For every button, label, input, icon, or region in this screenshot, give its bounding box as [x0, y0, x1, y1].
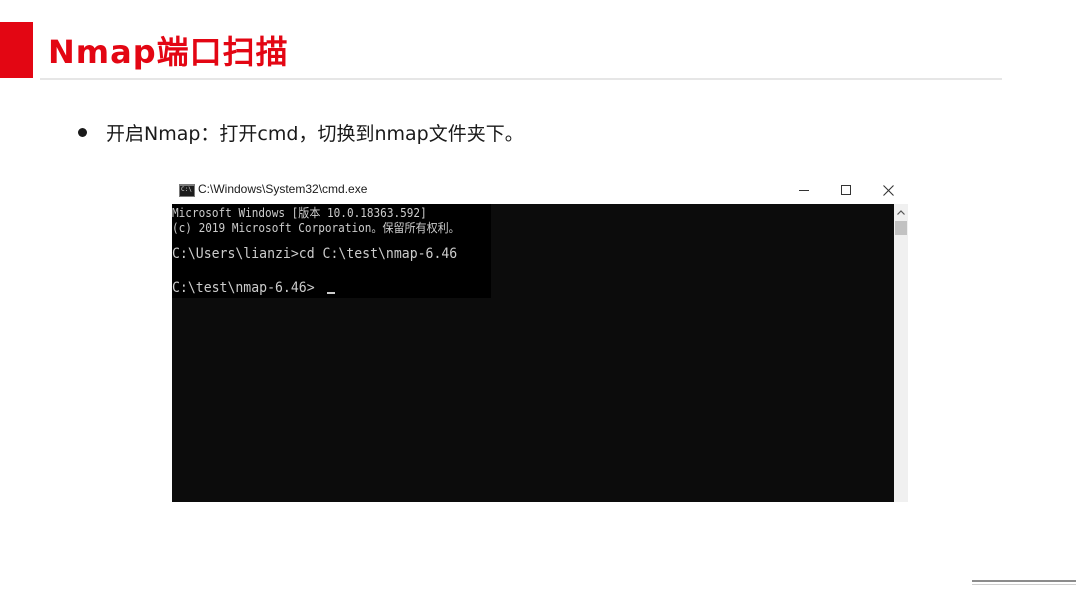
slide-title: Nmap端口扫描 — [48, 33, 289, 71]
text-cursor — [327, 292, 335, 294]
scroll-up-button[interactable] — [894, 204, 908, 220]
title-divider — [40, 78, 1002, 80]
close-button[interactable] — [866, 178, 910, 202]
bullet-text: 开启Nmap：打开cmd，切换到nmap文件夹下。 — [106, 122, 524, 145]
window-titlebar[interactable]: C:\ C:\Windows\System32\cmd.exe — [172, 178, 908, 204]
maximize-button[interactable] — [824, 178, 868, 202]
scrollbar-thumb[interactable] — [895, 221, 907, 235]
footer-rule — [972, 580, 1076, 582]
vertical-scrollbar[interactable] — [894, 204, 908, 502]
console-line: (c) 2019 Microsoft Corporation。保留所有权利。 — [172, 221, 460, 235]
console-line: C:\Users\lianzi>cd C:\test\nmap-6.46 — [172, 246, 458, 262]
console-output[interactable]: Microsoft Windows [版本 10.0.18363.592] (c… — [172, 204, 894, 502]
close-icon — [882, 184, 894, 196]
minimize-icon — [799, 189, 809, 191]
cmd-window[interactable]: C:\ C:\Windows\System32\cmd.exe Microsof… — [172, 178, 908, 502]
bullet-dot-icon — [78, 127, 87, 137]
maximize-icon — [841, 185, 851, 195]
bullet-item: 开启Nmap：打开cmd，切换到nmap文件夹下。 — [78, 118, 524, 146]
console-line: Microsoft Windows [版本 10.0.18363.592] — [172, 206, 427, 220]
console-prompt-line: C:\test\nmap-6.46> — [172, 280, 315, 296]
chevron-up-icon — [897, 209, 905, 215]
footer-rule-thin — [972, 584, 1076, 585]
minimize-button[interactable] — [782, 178, 826, 202]
title-accent-bar — [0, 22, 33, 78]
window-title: C:\Windows\System32\cmd.exe — [198, 182, 368, 196]
cmd-app-icon: C:\ — [179, 184, 195, 197]
cmd-app-icon-text: C:\ — [181, 186, 192, 193]
